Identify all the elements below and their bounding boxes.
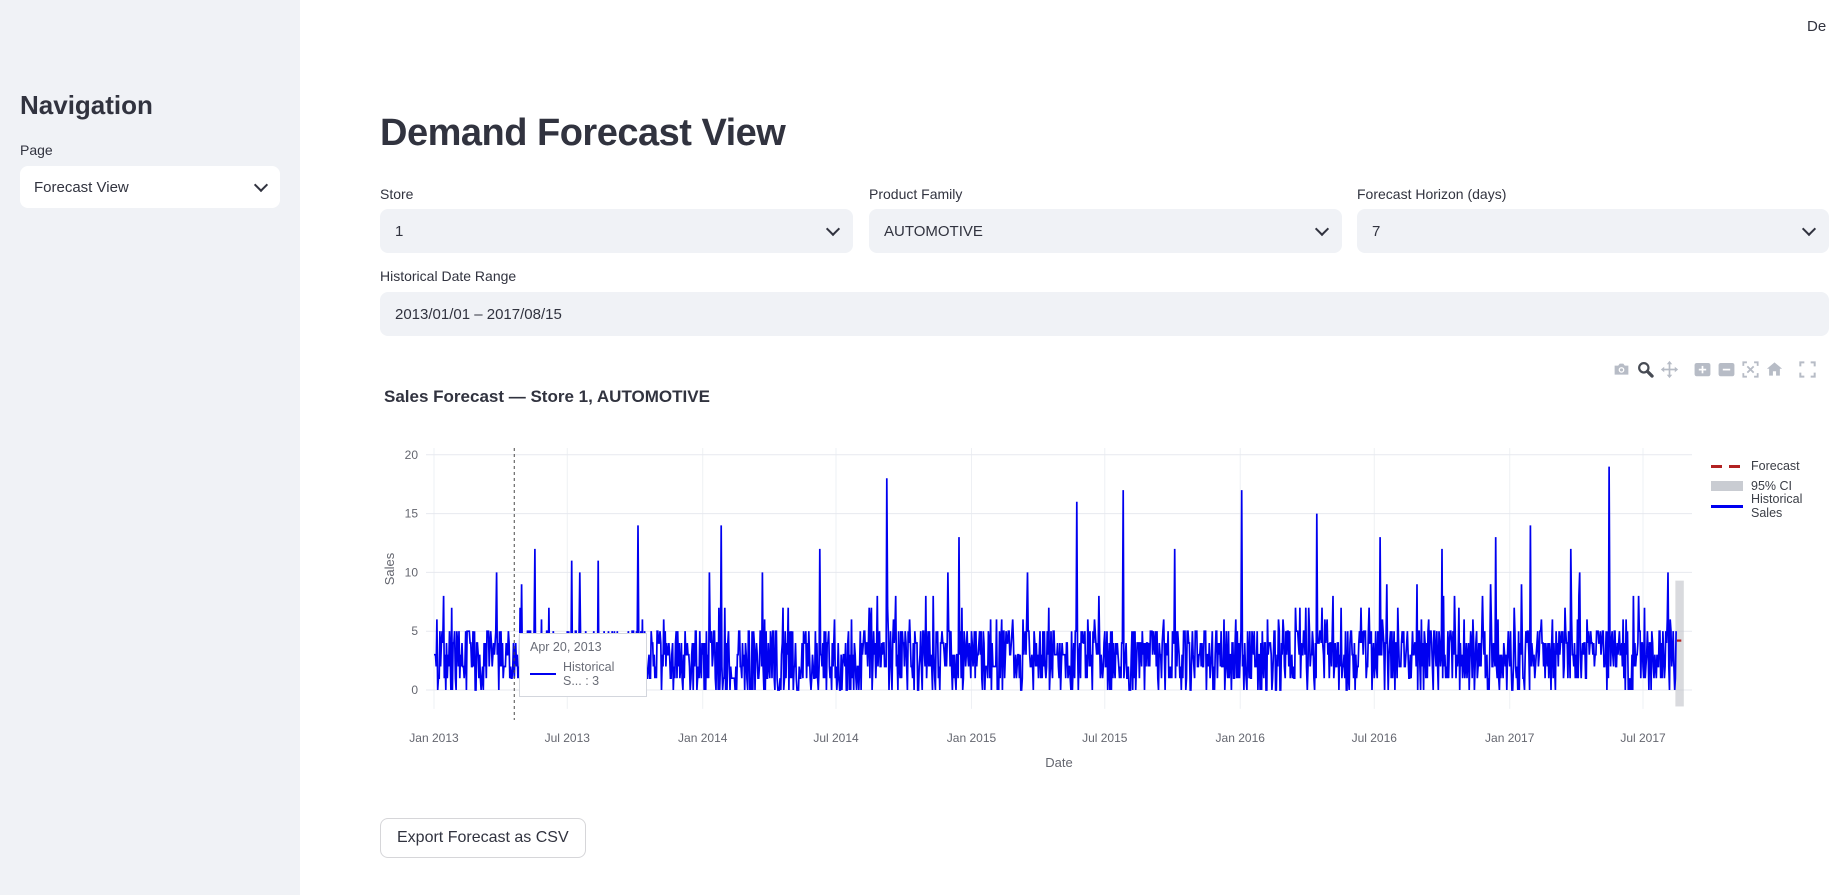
page-select[interactable]: Forecast View <box>20 166 280 208</box>
x-tick-label: Jul 2016 <box>1352 731 1398 745</box>
pan-icon[interactable] <box>1660 360 1679 379</box>
store-select[interactable]: 1 <box>380 209 853 253</box>
y-tick-label: 5 <box>411 624 418 638</box>
chevron-down-icon <box>1315 222 1329 236</box>
family-select-label: Product Family <box>869 186 962 202</box>
chevron-down-icon <box>254 178 268 192</box>
autoscale-icon[interactable] <box>1741 360 1760 379</box>
fullscreen-icon[interactable] <box>1798 360 1817 379</box>
y-axis-title: Sales <box>382 552 397 585</box>
deploy-button[interactable]: De <box>1807 18 1826 35</box>
store-select-label: Store <box>380 186 413 202</box>
chevron-down-icon <box>1802 222 1816 236</box>
x-axis-title: Date <box>1045 755 1072 770</box>
chart-modebar <box>1612 360 1822 379</box>
forecast-chart: 0 5 10 15 20 Jan 2013 Jul 2013 Jan 2014 Jul 2014… <box>380 440 1835 785</box>
zoom-icon[interactable] <box>1636 360 1655 379</box>
legend-item-historical[interactable]: Historical Sales <box>1711 496 1835 516</box>
historical-line-swatch <box>1711 505 1743 508</box>
date-range-input[interactable]: 2013/01/01 – 2017/08/15 <box>380 292 1829 336</box>
y-tick-label: 20 <box>405 448 419 462</box>
family-select-value: AUTOMOTIVE <box>884 223 983 240</box>
store-select-value: 1 <box>395 223 403 240</box>
x-tick-label: Jan 2013 <box>409 731 459 745</box>
legend-label: Historical Sales <box>1751 492 1835 520</box>
x-tick-label: Jul 2015 <box>1082 731 1128 745</box>
export-csv-button[interactable]: Export Forecast as CSV <box>380 818 586 858</box>
y-tick-label: 10 <box>405 565 419 579</box>
legend-label: Forecast <box>1751 459 1800 473</box>
x-tick-label: Jul 2014 <box>813 731 859 745</box>
zoom-in-icon[interactable] <box>1693 360 1712 379</box>
x-tick-label: Jul 2013 <box>545 731 591 745</box>
zoom-out-icon[interactable] <box>1717 360 1736 379</box>
y-tick-label: 0 <box>411 683 418 697</box>
y-tick-label: 15 <box>405 507 419 521</box>
camera-icon[interactable] <box>1612 360 1631 379</box>
tooltip-line-swatch <box>530 673 556 675</box>
page-select-value: Forecast View <box>34 179 129 196</box>
legend-item-forecast[interactable]: Forecast <box>1711 456 1835 476</box>
x-tick-label: Jan 2014 <box>678 731 728 745</box>
x-tick-label: Jul 2017 <box>1620 731 1666 745</box>
legend-label: 95% CI <box>1751 479 1792 493</box>
x-tick-label: Jan 2015 <box>947 731 997 745</box>
chart-legend: Forecast 95% CI Historical Sales <box>1711 456 1835 516</box>
app-root: { "header": { "deploy_visible_text": "De… <box>0 0 1835 895</box>
home-icon[interactable] <box>1765 360 1784 379</box>
hover-tooltip: Apr 20, 2013 Historical S... : 3 <box>519 633 647 697</box>
x-tick-label: Jan 2016 <box>1216 731 1266 745</box>
horizon-select-value: 7 <box>1372 223 1380 240</box>
chevron-down-icon <box>826 222 840 236</box>
tooltip-date: Apr 20, 2013 <box>530 640 636 654</box>
horizon-select[interactable]: 7 <box>1357 209 1829 253</box>
date-range-label: Historical Date Range <box>380 268 516 284</box>
ci-band-swatch <box>1711 481 1743 491</box>
page-title: Demand Forecast View <box>380 112 785 155</box>
forecast-dashed-line-swatch <box>1711 465 1743 468</box>
tooltip-value: Historical S... : 3 <box>563 660 636 688</box>
horizon-select-label: Forecast Horizon (days) <box>1357 186 1506 202</box>
family-select[interactable]: AUTOMOTIVE <box>869 209 1342 253</box>
sidebar-title: Navigation <box>20 90 153 121</box>
x-tick-label: Jan 2017 <box>1485 731 1535 745</box>
date-range-value: 2013/01/01 – 2017/08/15 <box>395 306 562 323</box>
chart-title: Sales Forecast — Store 1, AUTOMOTIVE <box>384 387 710 407</box>
sidebar: Navigation Page Forecast View <box>0 0 300 895</box>
page-select-label: Page <box>20 142 53 158</box>
